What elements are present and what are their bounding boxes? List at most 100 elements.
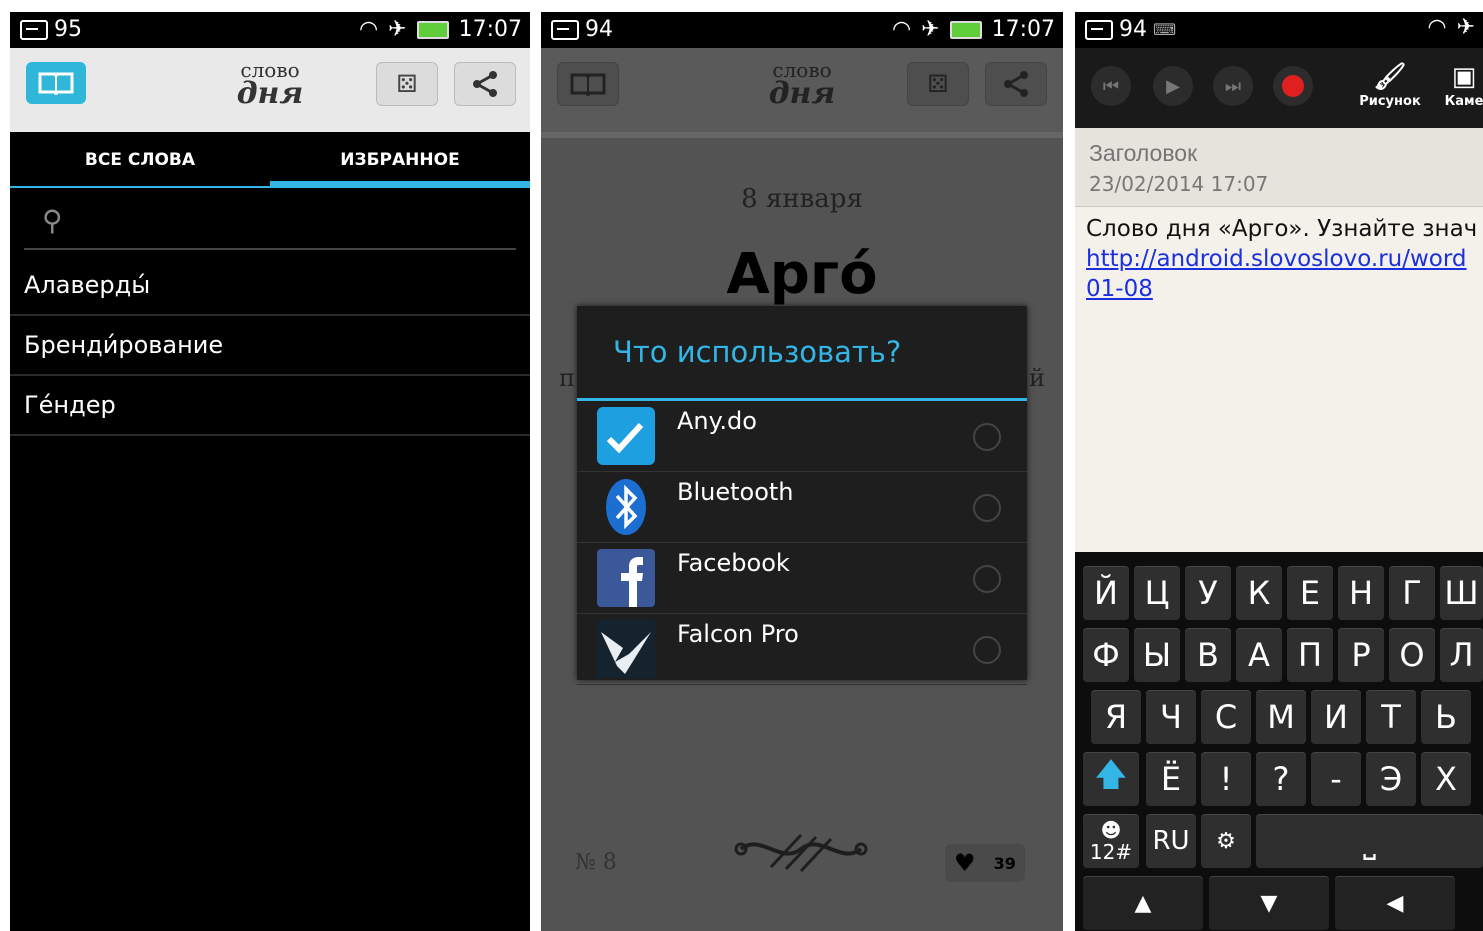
- share-icon[interactable]: [985, 62, 1047, 106]
- app-bar: слово дня ⚄: [10, 48, 530, 138]
- language-key[interactable]: RU: [1146, 814, 1196, 868]
- battery-icon: [416, 20, 449, 39]
- tab-all-words[interactable]: ВСЕ СЛОВА: [10, 132, 270, 188]
- bluetooth-icon: [595, 476, 657, 538]
- key[interactable]: Н: [1338, 566, 1384, 620]
- camera-button[interactable]: ▣ Каме: [1439, 62, 1483, 109]
- ornament-icon: [731, 827, 871, 877]
- key[interactable]: У: [1185, 566, 1231, 620]
- key[interactable]: М: [1256, 690, 1306, 744]
- key[interactable]: Й: [1083, 566, 1129, 620]
- key[interactable]: Т: [1366, 690, 1416, 744]
- share-option-anydo[interactable]: Any.do: [577, 401, 1027, 472]
- tab-favorites[interactable]: ИЗБРАННОЕ: [270, 132, 530, 188]
- share-option-bluetooth[interactable]: Bluetooth: [577, 472, 1027, 543]
- airplane-icon: ✈: [1456, 15, 1475, 40]
- settings-key[interactable]: ⚙: [1201, 814, 1251, 868]
- search-icon: ⚲: [42, 204, 63, 237]
- key[interactable]: Е: [1287, 566, 1333, 620]
- key[interactable]: Ч: [1146, 690, 1196, 744]
- key[interactable]: -: [1311, 752, 1361, 806]
- key[interactable]: И: [1311, 690, 1361, 744]
- record-button[interactable]: [1273, 66, 1313, 106]
- camera-icon: ▣: [1451, 62, 1477, 92]
- option-radio[interactable]: [973, 423, 1001, 451]
- key[interactable]: Р: [1338, 628, 1384, 682]
- notification-count: 94: [1119, 17, 1147, 42]
- key[interactable]: Я: [1091, 690, 1141, 744]
- option-radio[interactable]: [973, 565, 1001, 593]
- list-item[interactable]: Бренди́рование: [10, 316, 530, 376]
- airplane-icon: ✈: [921, 16, 940, 42]
- emoji-icon: ☻: [1100, 818, 1122, 842]
- notification-icon: [20, 19, 48, 40]
- heart-icon: ♥: [954, 849, 976, 877]
- key[interactable]: !: [1201, 752, 1251, 806]
- book-icon[interactable]: [26, 62, 86, 104]
- key[interactable]: П: [1287, 628, 1333, 682]
- facebook-icon: [595, 547, 657, 609]
- status-bar: 94 ◠ ✈ 17:07: [541, 12, 1063, 48]
- share-option-falcon-pro[interactable]: Falcon Pro: [577, 614, 1027, 685]
- notification-icon: [1085, 19, 1113, 40]
- word-date: 8 января: [741, 184, 863, 214]
- word-number: № 8: [575, 850, 617, 875]
- draw-button[interactable]: 🖌︎ Рисунок: [1355, 62, 1425, 109]
- wifi-icon: ◠: [358, 16, 379, 42]
- share-chooser-dialog: Что использовать? Any.do Bluetooth Faceb…: [577, 306, 1027, 685]
- skip-back-icon[interactable]: ⏮: [1091, 66, 1131, 106]
- key[interactable]: Э: [1366, 752, 1416, 806]
- keyboard: Й Ц У К Е Н Г Ш Ф Ы В А П Р О Л Я Ч С М …: [1075, 552, 1483, 931]
- play-icon[interactable]: ▶: [1153, 66, 1193, 106]
- note-title-input[interactable]: [1087, 136, 1471, 170]
- note-link[interactable]: http://android.slovoslovo.ru/word: [1086, 246, 1467, 272]
- key[interactable]: Ь: [1421, 690, 1471, 744]
- word-list: Алаверды́ Бренди́рование Ге́ндер: [10, 256, 530, 436]
- space-key[interactable]: ⎵: [1256, 814, 1483, 868]
- note-link-continued[interactable]: 01-08: [1086, 276, 1153, 302]
- key[interactable]: ?: [1256, 752, 1306, 806]
- share-option-facebook[interactable]: Facebook: [577, 543, 1027, 614]
- key[interactable]: С: [1201, 690, 1251, 744]
- share-icon[interactable]: [454, 62, 516, 106]
- key[interactable]: Л: [1440, 628, 1483, 682]
- key[interactable]: Ш: [1440, 566, 1483, 620]
- random-dice-icon[interactable]: ⚄: [907, 62, 969, 106]
- book-icon[interactable]: [557, 62, 619, 106]
- arrow-left-icon: ◀: [1386, 890, 1404, 916]
- key[interactable]: Ц: [1134, 566, 1180, 620]
- status-bar: 94 ⌨ ◠ ✈: [1075, 12, 1483, 48]
- key[interactable]: К: [1236, 566, 1282, 620]
- skip-forward-icon[interactable]: ⏭: [1213, 66, 1253, 106]
- search-input[interactable]: [84, 202, 468, 240]
- arrow-down-icon: ▼: [1260, 890, 1278, 916]
- dialog-title: Что использовать?: [577, 306, 1027, 401]
- option-radio[interactable]: [973, 494, 1001, 522]
- key[interactable]: Г: [1389, 566, 1435, 620]
- screen-note-editor: 94 ⌨ ◠ ✈ ⏮ ▶ ⏭ 🖌︎ Рисунок ▣ Каме 23/02/2…: [1075, 12, 1483, 931]
- note-body[interactable]: Слово дня «Арго». Узнайте знач http://an…: [1086, 214, 1483, 304]
- arrow-up-key[interactable]: ▲: [1083, 876, 1203, 930]
- key[interactable]: А: [1236, 628, 1282, 682]
- key[interactable]: Ы: [1134, 628, 1180, 682]
- arrow-left-key[interactable]: ◀: [1335, 876, 1455, 930]
- list-item[interactable]: Ге́ндер: [10, 376, 530, 436]
- key[interactable]: Ф: [1083, 628, 1129, 682]
- option-label: Any.do: [677, 407, 757, 435]
- screen-word-list: 95 ◠ ✈ 17:07 слово дня ⚄ ВСЕ СЛОВА ИЗБРА…: [10, 12, 530, 931]
- space-bar-icon: ⎵: [1363, 821, 1376, 860]
- shift-key[interactable]: 🡅: [1083, 752, 1139, 806]
- key[interactable]: Х: [1421, 752, 1471, 806]
- arrow-down-key[interactable]: ▼: [1209, 876, 1329, 930]
- option-radio[interactable]: [973, 636, 1001, 664]
- favorite-button[interactable]: ♥ 39: [945, 844, 1025, 882]
- key[interactable]: Ё: [1146, 752, 1196, 806]
- random-dice-icon[interactable]: ⚄: [376, 62, 438, 106]
- list-item[interactable]: Алаверды́: [10, 256, 530, 316]
- notification-count: 95: [54, 17, 82, 42]
- key[interactable]: В: [1185, 628, 1231, 682]
- key[interactable]: О: [1389, 628, 1435, 682]
- search-bar: ⚲: [24, 192, 516, 250]
- definition-text-fragment: п: [559, 364, 575, 392]
- numbers-key[interactable]: ☻ 12#: [1083, 814, 1139, 868]
